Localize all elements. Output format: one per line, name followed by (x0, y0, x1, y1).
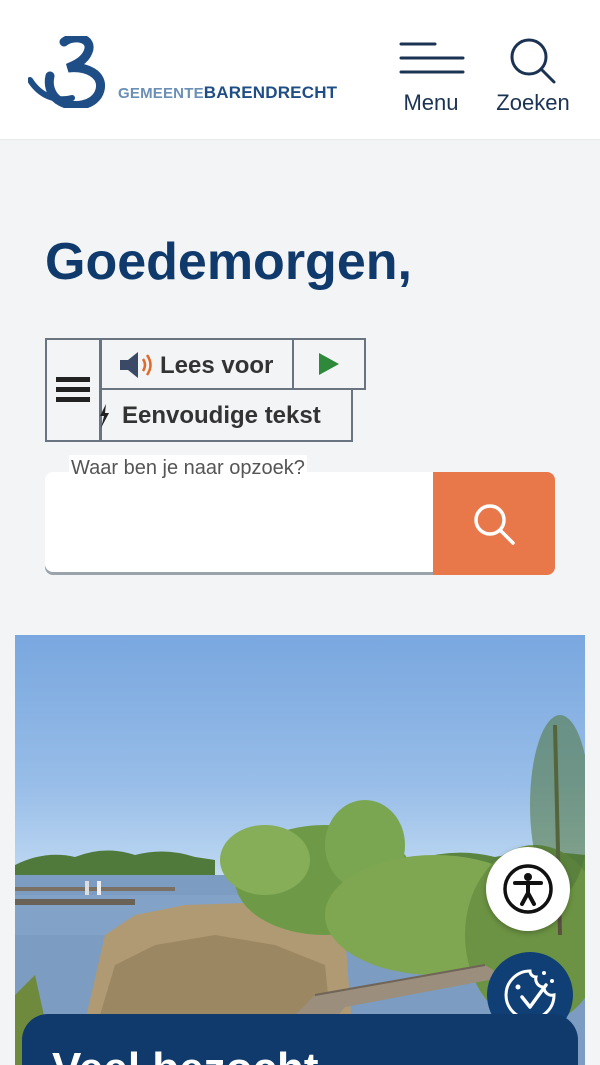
search-submit-button[interactable] (433, 472, 555, 575)
search-input[interactable] (45, 472, 433, 572)
readspeaker-toolbar: Lees voor Eenvoudige tekst (45, 338, 366, 442)
lightning-icon (100, 404, 109, 428)
hamburger-icon (399, 42, 465, 74)
menu-button[interactable]: Menu (395, 36, 467, 120)
list-menu-icon (56, 377, 90, 402)
accessibility-button[interactable] (486, 847, 570, 931)
logo-text-gemeente: GEMEENTE (118, 85, 204, 102)
play-icon (319, 353, 339, 375)
menu-label: Menu (403, 90, 459, 115)
accessibility-icon (503, 864, 553, 914)
speaker-icon (120, 352, 152, 378)
simple-text-label: Eenvoudige tekst (122, 402, 321, 429)
site-logo[interactable]: GEMEENTEBARENDRECHT (28, 36, 338, 108)
page-greeting: Goedemorgen, (45, 233, 412, 291)
search-label: Zoeken (496, 90, 570, 115)
read-aloud-label: Lees voor (160, 352, 274, 379)
site-header: GEMEENTEBARENDRECHT Menu Zoeken (0, 0, 600, 140)
logo-text-barendrecht: BARENDRECHT (203, 83, 338, 102)
simple-text-button[interactable]: Eenvoudige tekst (100, 388, 353, 442)
search-form (45, 472, 555, 575)
most-visited-card: Veel bezocht (22, 1014, 578, 1065)
readspeaker-menu-button[interactable] (45, 338, 101, 442)
header-search-button[interactable]: Zoeken (490, 36, 576, 120)
magnifier-icon (474, 503, 515, 545)
magnifier-icon (510, 38, 556, 84)
most-visited-title: Veel bezocht (52, 1044, 319, 1065)
play-button[interactable] (292, 338, 366, 390)
logo-wordmark: GEMEENTEBARENDRECHT (118, 83, 337, 103)
search-field-label: Waar ben je naar opzoek? (69, 455, 307, 482)
read-aloud-button[interactable]: Lees voor (100, 338, 294, 390)
barendrecht-logo-mark (28, 36, 105, 108)
